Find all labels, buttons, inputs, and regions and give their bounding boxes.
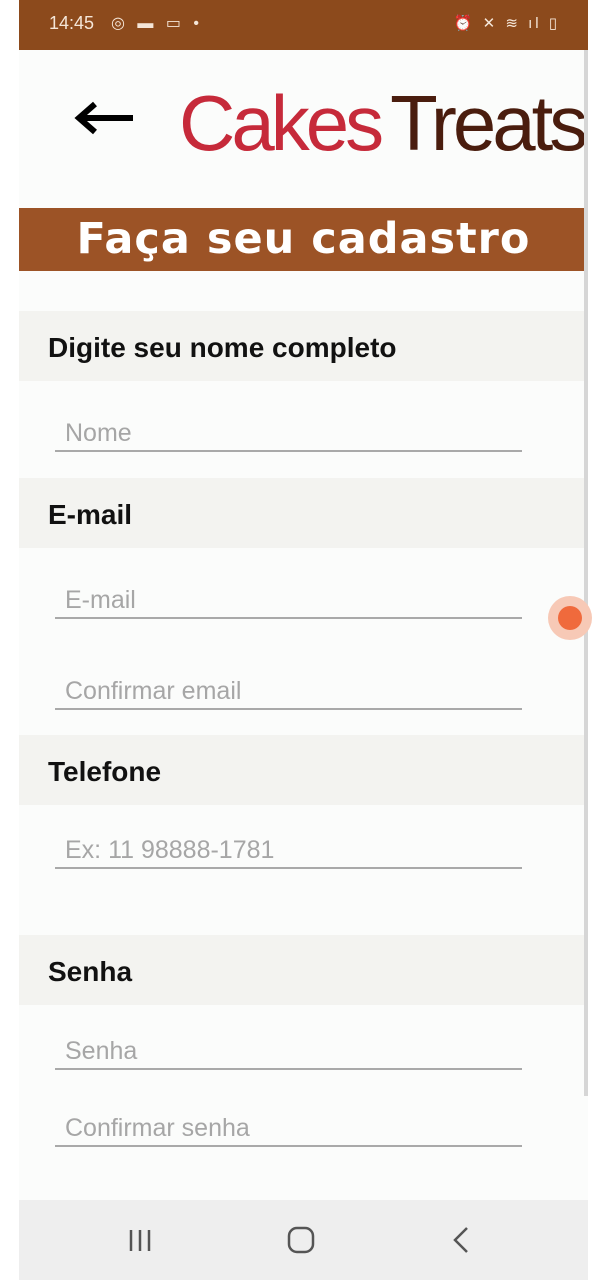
status-time: 14:45	[49, 13, 95, 33]
recents-icon[interactable]	[111, 1220, 171, 1260]
system-status-icons: ⏰ ✕ ≋ ıl ▯	[453, 15, 560, 32]
app-logo: Cakes Treats	[179, 78, 588, 168]
password-section-header: Senha	[19, 935, 588, 1005]
name-section-header: Digite seu nome completo	[19, 311, 588, 381]
app-screen: 14:45 ◎ ▬ ▭ • ⏰ ✕ ≋ ıl ▯ Cakes Treats Faç…	[19, 0, 588, 1280]
email-label: E-mail	[48, 499, 133, 530]
home-icon[interactable]	[271, 1220, 331, 1260]
notification-icons: ◎ ▬ ▭ •	[111, 15, 204, 32]
back-icon[interactable]	[431, 1220, 491, 1260]
email-section-header: E-mail	[19, 478, 588, 548]
status-bar: 14:45 ◎ ▬ ▭ • ⏰ ✕ ≋ ıl ▯	[19, 0, 588, 50]
name-label: Digite seu nome completo	[48, 332, 397, 363]
phone-input[interactable]	[55, 833, 522, 869]
confirm-email-input[interactable]	[55, 674, 522, 710]
password-label: Senha	[48, 956, 133, 987]
app-header: Cakes Treats	[19, 50, 588, 208]
phone-section-header: Telefone	[19, 735, 588, 805]
edge-panel-dot	[558, 606, 582, 630]
edge-panel-handle[interactable]	[548, 596, 592, 640]
confirm-password-input[interactable]	[55, 1111, 522, 1147]
back-arrow-icon[interactable]	[71, 92, 137, 144]
page-title: Faça seu cadastro	[19, 208, 588, 271]
name-input[interactable]	[55, 416, 522, 452]
password-input[interactable]	[55, 1034, 522, 1070]
scrollbar[interactable]	[584, 50, 588, 1096]
logo-cakes: Cakes	[179, 79, 384, 167]
phone-label: Telefone	[48, 756, 162, 787]
system-navigation-bar	[19, 1200, 588, 1280]
email-input[interactable]	[55, 583, 522, 619]
logo-treats: Treats	[390, 79, 588, 167]
